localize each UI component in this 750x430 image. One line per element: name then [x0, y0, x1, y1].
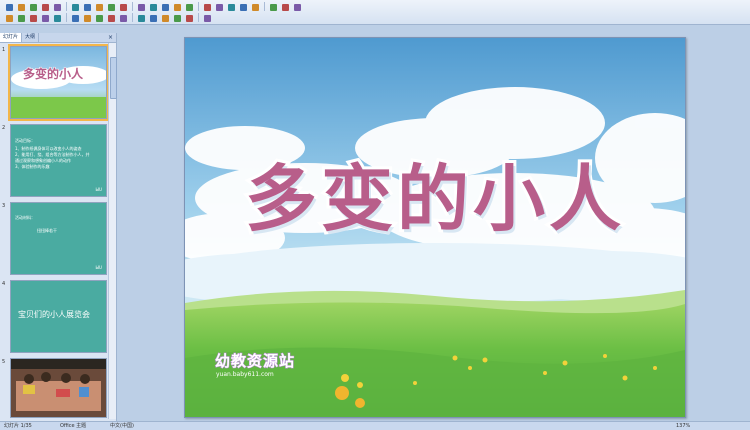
toolbar-separator [198, 13, 199, 22]
logo-icon: ЫU [95, 265, 102, 270]
standard-toolbar [4, 2, 303, 12]
open-icon[interactable] [16, 2, 27, 13]
cut-icon[interactable] [118, 2, 129, 13]
align-right-icon[interactable] [82, 13, 93, 24]
watermark-logo: 幼教资源站 [214, 352, 296, 371]
pane-tabs: 幻灯片 大纲 × [0, 33, 116, 43]
thumbnail-text: 扭扭棒若干 [37, 228, 57, 233]
slide-thumbnail-2[interactable]: 活动目标： 1、制作纸偶身体可以改变小人的姿态 2、能用打、绕、组合等方法制作小… [10, 124, 107, 197]
shadow-icon[interactable] [40, 13, 51, 24]
slide-number: 3 [2, 203, 6, 209]
bullets-icon[interactable] [106, 13, 117, 24]
format-painter-icon[interactable] [160, 2, 171, 13]
scrollbar-thumb[interactable] [110, 57, 117, 99]
thumbnail-background [11, 47, 106, 118]
hyperlink-icon[interactable] [226, 2, 237, 13]
thumbnail-text: 3、体验制作的乐趣 [15, 164, 50, 169]
color-icon[interactable] [268, 2, 279, 13]
slide-thumbnail-1[interactable]: 多变的小人 [8, 44, 109, 121]
table-icon[interactable] [214, 2, 225, 13]
outdent-icon[interactable] [160, 13, 171, 24]
slide-number: 2 [2, 125, 6, 131]
redo-icon[interactable] [184, 2, 195, 13]
slide-number: 4 [2, 281, 6, 287]
main-slide[interactable]: 多变的小人 幼教资源站 yuan.baby611.com [184, 37, 686, 418]
grid-icon[interactable] [250, 2, 261, 13]
thumbnail-text: 通过观察和想象创编小人的动作 [15, 158, 71, 163]
chart-icon[interactable] [202, 2, 213, 13]
logo-icon: ЫU [95, 187, 102, 192]
photo-thumbnail [11, 359, 106, 417]
save-icon[interactable] [28, 2, 39, 13]
paste-icon[interactable] [148, 2, 159, 13]
increase-font-icon[interactable] [118, 13, 129, 24]
underline-icon[interactable] [28, 13, 39, 24]
slides-pane: 幻灯片 大纲 × 1 多变的小人 2 活动目标： 1、制作纸偶身体可以改变小人的… [0, 33, 117, 421]
watermark-url: yuan.baby611.com [216, 371, 274, 378]
slide-thumbnail-5[interactable] [10, 358, 107, 418]
thumbnail-text: 1、制作纸偶身体可以改变小人的姿态 [15, 146, 82, 151]
zoom-icon[interactable] [280, 2, 291, 13]
slides-scrollbar[interactable] [108, 43, 117, 419]
email-icon[interactable] [52, 2, 63, 13]
center-icon[interactable] [70, 13, 81, 24]
thumbnail-text: 活动材料： [15, 215, 35, 220]
thumbnail-text: 2、能用打、绕、组合等方法制作小人，并 [15, 152, 90, 157]
spelling-icon[interactable] [94, 2, 105, 13]
toolbar [0, 0, 750, 25]
print-icon[interactable] [70, 2, 81, 13]
tab-slides[interactable]: 幻灯片 [0, 33, 23, 42]
new-slide-icon[interactable] [202, 13, 213, 24]
slide-number: 5 [2, 359, 6, 365]
slide-thumbnail-3[interactable]: 活动材料： 扭扭棒若干 ЫU [10, 202, 107, 275]
slide-title[interactable]: 多变的小人 [185, 140, 685, 245]
toolbar-separator [66, 13, 67, 22]
tab-outline[interactable]: 大纲 [22, 33, 40, 42]
formatting-toolbar [4, 13, 213, 23]
indent-icon[interactable] [148, 13, 159, 24]
thumbnail-title: 宝贝们的小人展览会 [18, 310, 90, 319]
italic-icon[interactable] [16, 13, 27, 24]
research-icon[interactable] [106, 2, 117, 13]
decrease-font-icon[interactable] [136, 13, 147, 24]
toolbar-separator [132, 13, 133, 22]
thumbnail-text: 活动目标： [15, 138, 35, 143]
permission-icon[interactable] [40, 2, 51, 13]
slide-thumbnail-4[interactable]: 宝贝们的小人展览会 [10, 280, 107, 353]
copy-icon[interactable] [136, 2, 147, 13]
toolbar-separator [198, 2, 199, 11]
bold-icon[interactable] [4, 13, 15, 24]
numbering-icon[interactable] [94, 13, 105, 24]
toolbar-separator [66, 2, 67, 11]
toolbar-separator [264, 2, 265, 11]
expand-icon[interactable] [238, 2, 249, 13]
undo-icon[interactable] [172, 2, 183, 13]
new-icon[interactable] [4, 2, 15, 13]
align-left-icon[interactable] [52, 13, 63, 24]
toolbar-separator [132, 2, 133, 11]
slide-number: 1 [2, 47, 6, 53]
thumbnail-title: 多变的小人 [22, 67, 84, 82]
print-preview-icon[interactable] [82, 2, 93, 13]
design-icon[interactable] [184, 13, 195, 24]
help-icon[interactable] [292, 2, 303, 13]
font-color-icon[interactable] [172, 13, 183, 24]
close-icon[interactable]: × [105, 33, 116, 42]
